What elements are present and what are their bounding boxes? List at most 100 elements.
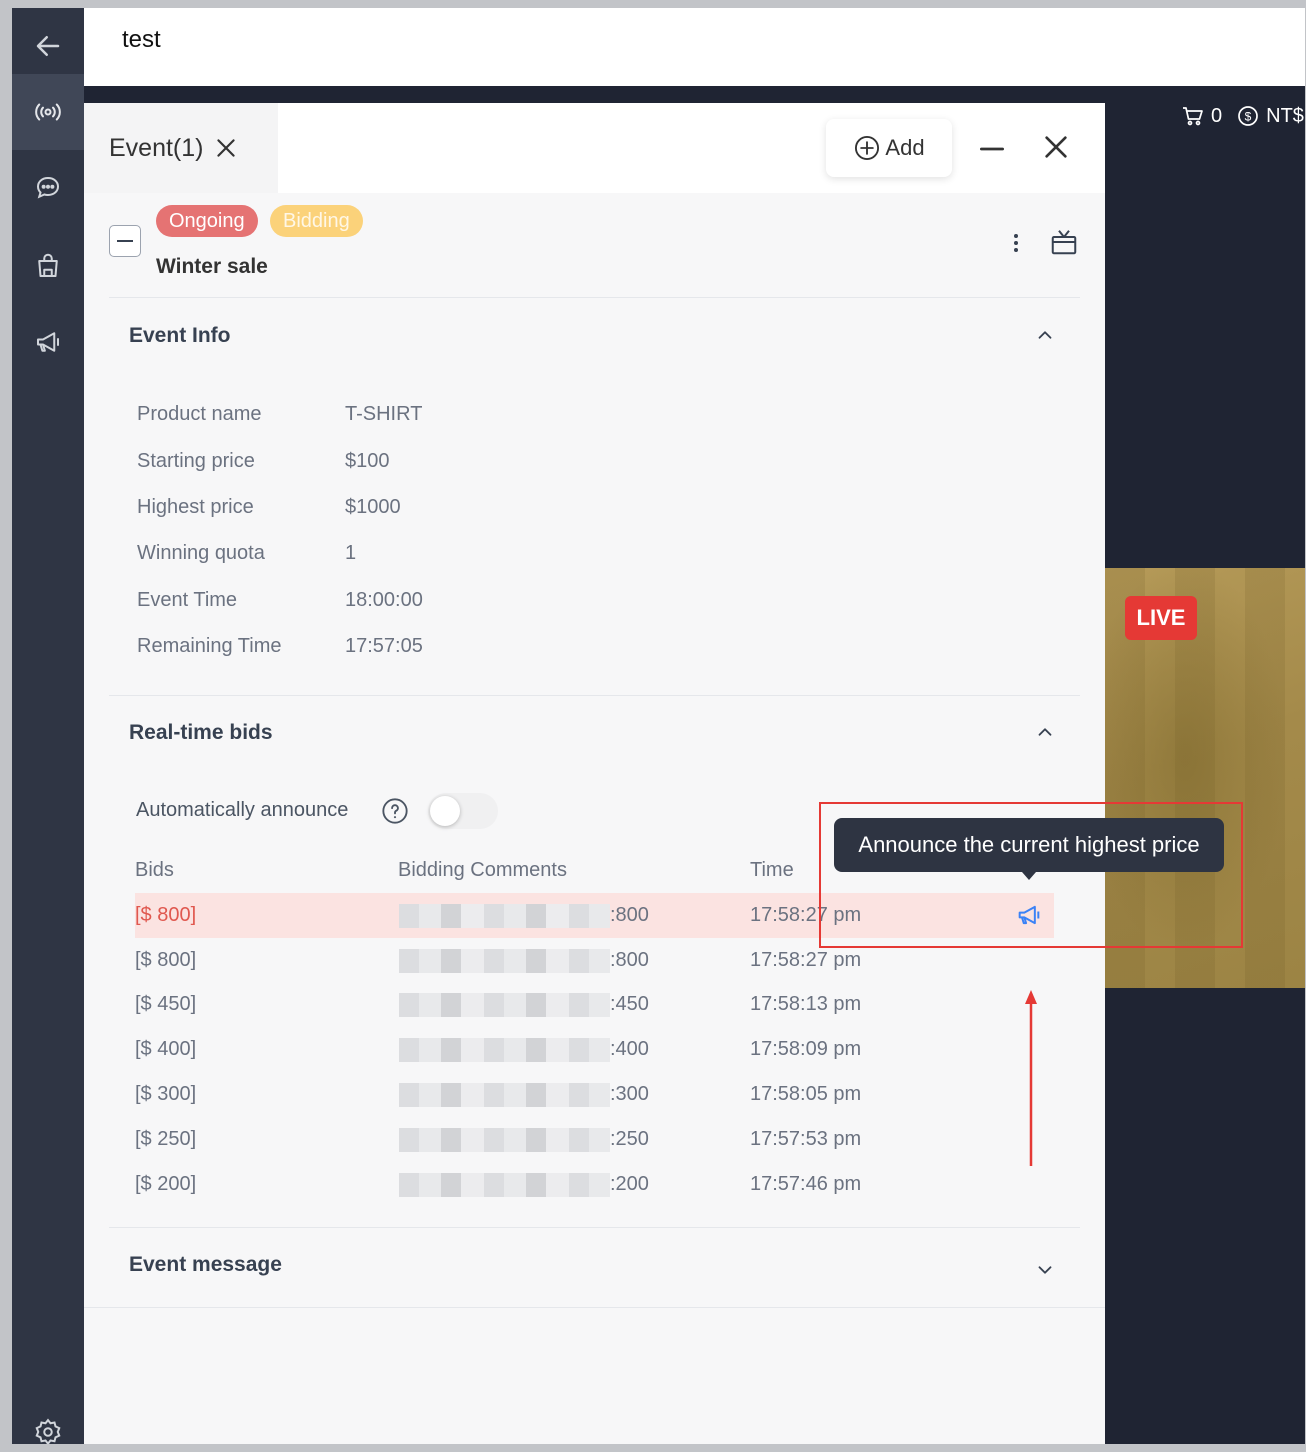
gear-icon <box>35 1418 61 1444</box>
auto-announce-toggle[interactable] <box>428 793 498 829</box>
app-frame: test 0 $ NT$ LIVE Event(1) Add Ongoing B… <box>12 8 1305 1444</box>
info-label: Product name <box>137 403 262 425</box>
comment-suffix: :250 <box>610 1128 649 1150</box>
bid-time: 17:58:05 pm <box>750 1083 862 1105</box>
info-label: Winning quota <box>137 542 265 564</box>
bid-row: [$ 250] :250 17:57:53 pm <box>135 1117 1054 1162</box>
chevron-down-icon[interactable] <box>1034 1259 1056 1281</box>
comment-suffix: :300 <box>610 1083 649 1105</box>
blurred-comment <box>399 993 610 1017</box>
column-header-bids: Bids <box>135 859 174 881</box>
sidebar-item-shop[interactable] <box>12 228 84 304</box>
info-label: Event Time <box>137 589 238 611</box>
bid-time: 17:57:53 pm <box>750 1128 862 1150</box>
broadcast-icon <box>35 103 61 121</box>
currency-label: NT$ <box>1266 104 1304 127</box>
bid-row: [$ 300] :300 17:58:05 pm <box>135 1072 1054 1117</box>
info-value: $100 <box>345 450 390 472</box>
add-label: Add <box>885 135 925 160</box>
info-value: T-SHIRT <box>345 403 423 425</box>
bid-amount: [$ 250] <box>135 1128 197 1150</box>
blurred-comment <box>399 949 610 973</box>
info-value: 1 <box>345 542 357 564</box>
bid-time: 17:58:13 pm <box>750 993 862 1015</box>
sidebar-item-chat[interactable] <box>12 150 84 226</box>
bid-time: 17:58:27 pm <box>750 949 862 971</box>
bid-time: 17:58:09 pm <box>750 1038 862 1060</box>
chat-icon <box>36 176 60 199</box>
megaphone-icon <box>37 332 59 352</box>
help-icon[interactable] <box>381 797 409 825</box>
blurred-comment <box>399 1173 610 1197</box>
event-info-title: Event Info <box>129 324 231 347</box>
blurred-comment <box>399 1083 610 1107</box>
blurred-comment <box>399 1128 610 1152</box>
comment-suffix: :800 <box>610 904 649 926</box>
bid-amount: [$ 300] <box>135 1083 197 1105</box>
add-button[interactable]: Add <box>826 119 952 177</box>
bid-amount: [$ 800] <box>135 949 197 971</box>
info-label: Highest price <box>137 496 254 518</box>
comment-suffix: :450 <box>610 993 649 1015</box>
event-message-title: Event message <box>129 1253 282 1276</box>
divider <box>109 297 1080 298</box>
divider <box>109 1227 1080 1228</box>
tab-label: Event(1) <box>109 133 204 162</box>
bid-amount: [$ 800] <box>135 904 197 926</box>
annotation-arrow-icon <box>1025 990 1037 1166</box>
info-label: Remaining Time <box>137 635 282 657</box>
event-card: Ongoing Bidding Winter sale <box>109 203 1080 293</box>
sidebar-item-announce[interactable] <box>12 304 84 380</box>
more-vertical-icon[interactable] <box>1004 231 1028 255</box>
close-panel-button[interactable] <box>1040 131 1072 163</box>
bid-row: [$ 450] :450 17:58:13 pm <box>135 982 1054 1027</box>
blurred-comment <box>399 904 610 928</box>
sidebar-item-settings[interactable] <box>12 1394 84 1444</box>
info-value: 18:00:00 <box>345 589 423 611</box>
coin-icon: $ <box>1238 106 1258 126</box>
event-panel: Event(1) Add Ongoing Bidding Winter sale… <box>84 103 1105 1444</box>
auto-announce-label: Automatically announce <box>136 799 349 821</box>
info-value: 17:57:05 <box>345 635 423 657</box>
sidebar-item-live[interactable] <box>12 74 84 150</box>
top-bar: test <box>84 8 1305 86</box>
real-time-bids-title: Real-time bids <box>129 721 273 744</box>
back-button[interactable] <box>12 8 84 84</box>
column-header-time: Time <box>750 859 794 881</box>
minimize-button[interactable] <box>976 133 1008 165</box>
divider <box>109 695 1080 696</box>
bid-time: 17:57:46 pm <box>750 1173 862 1195</box>
comment-suffix: :400 <box>610 1038 649 1060</box>
bid-row: [$ 200] :200 17:57:46 pm <box>135 1162 1054 1207</box>
highlight-annotation-box <box>819 802 1243 948</box>
status-badge: Ongoing <box>156 205 258 237</box>
live-stage: 0 $ NT$ LIVE <box>1105 86 1305 1444</box>
gift-box-icon[interactable] <box>1049 227 1079 257</box>
cart-count: 0 <box>1211 104 1223 127</box>
bid-row: [$ 400] :400 17:58:09 pm <box>135 1027 1054 1072</box>
bid-amount: [$ 200] <box>135 1173 197 1195</box>
svg-text:$: $ <box>1245 110 1252 124</box>
comment-suffix: :800 <box>610 949 649 971</box>
type-badge: Bidding <box>270 205 363 237</box>
chevron-up-icon[interactable] <box>1034 721 1056 743</box>
event-name: Winter sale <box>156 255 268 278</box>
sidebar <box>12 8 84 1444</box>
bid-amount: [$ 450] <box>135 993 197 1015</box>
shopping-bag-icon <box>38 253 58 277</box>
live-badge: LIVE <box>1125 596 1197 640</box>
collapse-checkbox[interactable] <box>109 225 141 257</box>
arrow-left-icon <box>36 36 60 56</box>
tab-event[interactable]: Event(1) <box>84 103 278 193</box>
page-title: test <box>122 26 161 53</box>
info-value: $1000 <box>345 496 401 518</box>
info-label: Starting price <box>137 450 255 472</box>
close-tab-icon[interactable] <box>213 135 239 161</box>
comment-suffix: :200 <box>610 1173 649 1195</box>
chevron-up-icon[interactable] <box>1034 324 1056 346</box>
bid-amount: [$ 400] <box>135 1038 197 1060</box>
divider <box>84 1307 1105 1308</box>
column-header-comments: Bidding Comments <box>398 859 567 881</box>
blurred-comment <box>399 1038 610 1062</box>
toggle-knob <box>430 796 460 826</box>
